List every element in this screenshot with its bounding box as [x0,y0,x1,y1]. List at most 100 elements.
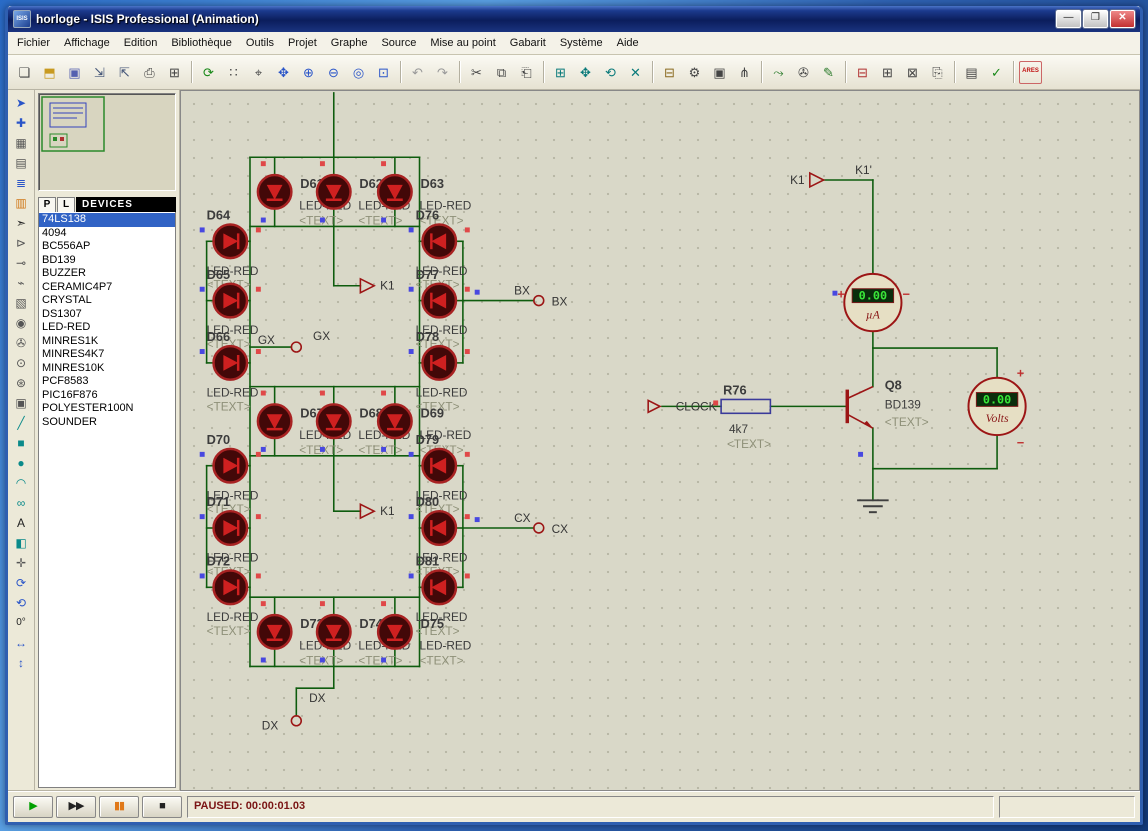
step-button[interactable]: ▶▶ [56,796,96,818]
menu-outils[interactable]: Outils [239,34,281,52]
led-D66[interactable] [214,346,248,380]
zoom-area[interactable]: ⊡ [372,61,395,84]
mark-output-area[interactable]: ⊞ [163,61,186,84]
bus-mode[interactable]: ≣ [11,173,31,193]
maximize-button[interactable]: ❐ [1083,10,1108,28]
zoom-all[interactable]: ◎ [347,61,370,84]
packaging-tool[interactable]: ▣ [708,61,731,84]
current-probe-mode[interactable]: ⊛ [11,373,31,393]
export-section[interactable]: ⇱ [113,61,136,84]
goto-sheet[interactable]: ⎘ [926,61,949,84]
sheet-connector-k1-2[interactable] [360,504,374,518]
play-button[interactable]: ▶ [13,796,53,818]
terminal-bx[interactable] [534,296,544,306]
selection-mode[interactable]: ➤ [11,93,31,113]
led-D63[interactable] [378,175,412,209]
menu-affichage[interactable]: Affichage [57,34,117,52]
ammeter[interactable]: 0.00µA+− [837,274,910,331]
menu-aide[interactable]: Aide [610,34,646,52]
terminal-gx[interactable] [291,342,301,352]
led-D69[interactable] [378,404,412,438]
device-pic16f876[interactable]: PIC16F876 [39,389,175,403]
line-2d-mode[interactable]: ╱ [11,413,31,433]
marker-2d-mode[interactable]: ✛ [11,553,31,573]
wire-autorouter[interactable]: ⤳ [767,61,790,84]
component-mode[interactable]: ⊳ [11,233,31,253]
tape-recorder-mode[interactable]: ◉ [11,313,31,333]
led-D77[interactable] [422,284,456,318]
text-2d-mode[interactable]: A [11,513,31,533]
led-D81[interactable] [422,571,456,605]
device-bc556ap[interactable]: BC556AP [39,240,175,254]
circle-2d-mode[interactable]: ● [11,453,31,473]
sheet-connector-k1-1[interactable] [360,279,374,293]
text-script-mode[interactable]: ▤ [11,153,31,173]
overview-thumbnail[interactable] [38,93,176,191]
led-D73[interactable] [258,615,292,649]
led-D79[interactable] [422,449,456,483]
menu-biblioth-que[interactable]: Bibliothèque [164,34,239,52]
device-ceramic4p7[interactable]: CERAMIC4P7 [39,281,175,295]
instant-edit-mode[interactable]: ➣ [11,213,31,233]
led-D78[interactable] [422,346,456,380]
arc-2d-mode[interactable]: ◠ [11,473,31,493]
block-copy[interactable]: ⊞ [549,61,572,84]
led-D70[interactable] [214,449,248,483]
property-assignment[interactable]: ✎ [817,61,840,84]
close-button[interactable]: ✕ [1110,10,1135,28]
generator-mode[interactable]: ✇ [11,333,31,353]
transistor-q8[interactable] [847,387,873,429]
new-design[interactable]: ❏ [13,61,36,84]
menu-syst-me[interactable]: Système [553,34,610,52]
led-D80[interactable] [422,511,456,545]
block-rotate[interactable]: ⟲ [599,61,622,84]
center-at-cursor[interactable]: ✥ [272,61,295,84]
device-ds1307[interactable]: DS1307 [39,308,175,322]
design-explorer[interactable]: ⊟ [851,61,874,84]
device-pin-mode[interactable]: ⌁ [11,273,31,293]
menu-edition[interactable]: Edition [117,34,165,52]
device-minres10k[interactable]: MINRES10K [39,362,175,376]
undo[interactable]: ↶ [406,61,429,84]
minimize-button[interactable]: — [1056,10,1081,28]
led-D61[interactable] [258,175,292,209]
menu-projet[interactable]: Projet [281,34,324,52]
device-pcf8583[interactable]: PCF8583 [39,375,175,389]
device-4094[interactable]: 4094 [39,227,175,241]
block-delete[interactable]: ✕ [624,61,647,84]
led-D65[interactable] [214,284,248,318]
block-move[interactable]: ✥ [574,61,597,84]
menu-fichier[interactable]: Fichier [10,34,57,52]
menu-mise-au-point[interactable]: Mise au point [423,34,502,52]
terminal-dx[interactable] [291,716,301,726]
pick-device[interactable]: ⊟ [658,61,681,84]
paste[interactable]: ⎗ [515,61,538,84]
instrument-mode[interactable]: ▣ [11,393,31,413]
resistor-r76[interactable] [721,399,770,413]
import-section[interactable]: ⇲ [88,61,111,84]
toggle-grid[interactable]: ∷ [222,61,245,84]
wire-label-mode[interactable]: ▦ [11,133,31,153]
clock-input-terminal[interactable] [648,400,660,412]
angle-display[interactable]: 0° [11,613,31,633]
led-D75[interactable] [378,615,412,649]
print-design[interactable]: ⎙ [138,61,161,84]
cut[interactable]: ✂ [465,61,488,84]
redraw[interactable]: ⟳ [197,61,220,84]
terminal-mode[interactable]: ⊸ [11,253,31,273]
bill-of-materials[interactable]: ▤ [960,61,983,84]
mirror-y[interactable]: ↕ [11,653,31,673]
save-design[interactable]: ▣ [63,61,86,84]
device-crystal[interactable]: CRYSTAL [39,294,175,308]
zoom-out[interactable]: ⊖ [322,61,345,84]
device-polyester100n[interactable]: POLYESTER100N [39,402,175,416]
open-design[interactable]: ⬒ [38,61,61,84]
device-led-red[interactable]: LED-RED [39,321,175,335]
electrical-rule-check[interactable]: ✓ [985,61,1008,84]
device-minres1k[interactable]: MINRES1K [39,335,175,349]
false-origin[interactable]: ⌖ [247,61,270,84]
device-sounder[interactable]: SOUNDER [39,416,175,430]
junction-mode[interactable]: ✚ [11,113,31,133]
symbol-2d-mode[interactable]: ◧ [11,533,31,553]
led-D72[interactable] [214,571,248,605]
